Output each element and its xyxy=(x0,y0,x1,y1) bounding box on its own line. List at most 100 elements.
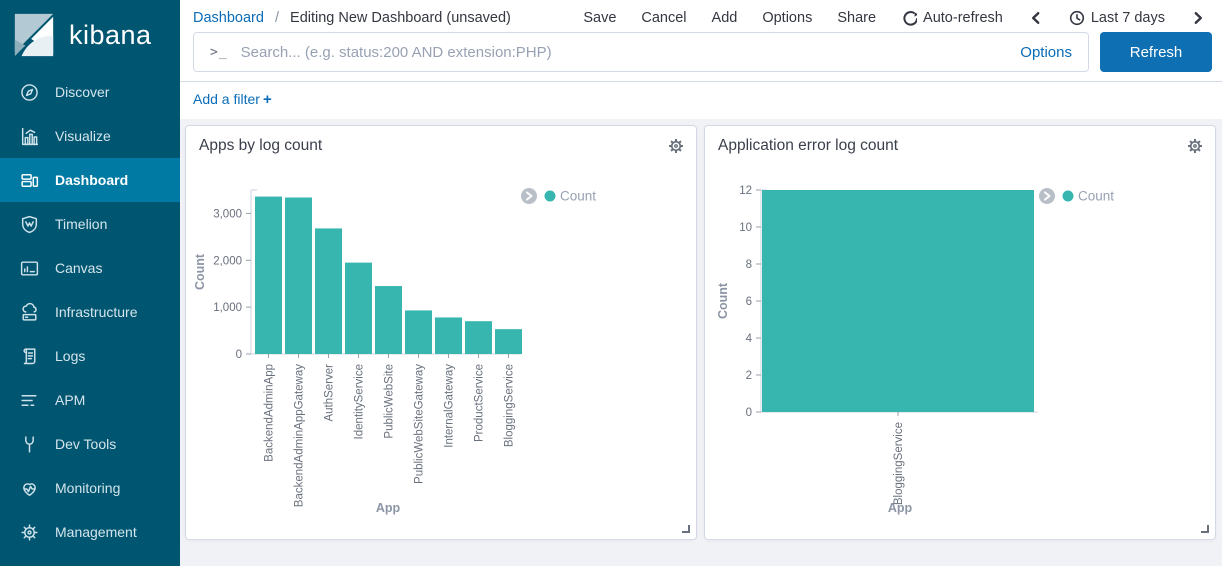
sidebar-item-management[interactable]: Management xyxy=(0,510,180,554)
panel-options-gear-icon[interactable] xyxy=(1186,137,1204,155)
legend-expand-icon[interactable] xyxy=(1039,188,1055,204)
y-tick-label: 0 xyxy=(236,349,242,361)
bar-ProductService[interactable] xyxy=(465,321,492,354)
x-category-label: BackendAdminAppGateway xyxy=(294,364,306,507)
bar-BloggingService[interactable] xyxy=(762,190,1034,412)
options-button[interactable]: Options xyxy=(762,10,812,26)
x-category-label: BloggingService xyxy=(504,364,516,447)
wrench-icon xyxy=(19,434,40,455)
y-tick-label: 1,000 xyxy=(213,302,242,314)
bar-IdentityService[interactable] xyxy=(345,263,372,354)
bar-AuthServer[interactable] xyxy=(315,228,342,354)
heartbeat-icon xyxy=(19,478,40,499)
bar-PublicWebSiteGateway[interactable] xyxy=(405,310,432,354)
sidebar: kibana Discover Visualize Dashboard xyxy=(0,0,180,566)
sidebar-item-timelion[interactable]: Timelion xyxy=(0,202,180,246)
apm-lines-icon xyxy=(19,390,40,411)
x-category-label: IdentityService xyxy=(354,364,366,439)
bar-PublicWebSite[interactable] xyxy=(375,286,402,354)
y-tick-label: 8 xyxy=(746,259,752,271)
sidebar-item-apm[interactable]: APM xyxy=(0,378,180,422)
save-button[interactable]: Save xyxy=(583,10,616,26)
refresh-cycle-icon xyxy=(901,10,917,26)
visualize-chart-icon xyxy=(19,126,40,147)
x-axis-title: App xyxy=(888,501,913,515)
sidebar-item-dev-tools[interactable]: Dev Tools xyxy=(0,422,180,466)
x-category-label: PublicWebSiteGateway xyxy=(414,364,426,484)
bar-InternalGateway[interactable] xyxy=(435,317,462,354)
bar-BackendAdminAppGateway[interactable] xyxy=(285,197,312,354)
kibana-logo[interactable]: kibana xyxy=(0,0,180,70)
main-content: Dashboard / Editing New Dashboard (unsav… xyxy=(180,0,1222,566)
legend-series-dot[interactable] xyxy=(545,191,556,202)
top-menu: Save Cancel Add Options Share Auto-refre… xyxy=(583,10,1206,26)
sidebar-item-dashboard[interactable]: Dashboard xyxy=(0,158,180,202)
panel-options-gear-icon[interactable] xyxy=(667,137,685,155)
sidebar-item-label: Discover xyxy=(55,84,109,100)
panel-title: Apps by log count xyxy=(186,126,696,155)
gear-icon xyxy=(19,522,40,543)
clock-icon xyxy=(1069,10,1085,26)
time-range-next-button[interactable] xyxy=(1190,10,1206,26)
refresh-button[interactable]: Refresh xyxy=(1100,32,1212,72)
compass-icon xyxy=(19,82,40,103)
logo-text: kibana xyxy=(69,20,152,51)
y-tick-label: 10 xyxy=(739,222,752,234)
sidebar-item-label: Visualize xyxy=(55,128,111,144)
y-tick-label: 4 xyxy=(746,333,753,345)
sidebar-item-visualize[interactable]: Visualize xyxy=(0,114,180,158)
legend-expand-icon[interactable] xyxy=(521,188,537,204)
add-filter-link[interactable]: Add a filter+ xyxy=(193,91,272,107)
filter-bar: Add a filter+ xyxy=(180,82,1222,119)
legend-series-dot[interactable] xyxy=(1063,191,1074,202)
sidebar-item-label: Logs xyxy=(55,348,85,364)
breadcrumb-separator: / xyxy=(275,10,279,26)
bar-chart-apps-by-log-count: 01,0002,0003,000BackendAdminAppBackendAd… xyxy=(188,162,694,539)
x-category-label: BackendAdminApp xyxy=(264,364,276,462)
x-category-label: InternalGateway xyxy=(444,364,456,448)
bar-BloggingService[interactable] xyxy=(495,329,522,354)
bar-BackendAdminApp[interactable] xyxy=(255,197,282,354)
sidebar-item-infrastructure[interactable]: Infrastructure xyxy=(0,290,180,334)
logs-scroll-icon xyxy=(19,346,40,367)
cloud-server-icon xyxy=(19,302,40,323)
top-header: Dashboard / Editing New Dashboard (unsav… xyxy=(180,0,1222,82)
y-axis-title: Count xyxy=(716,282,730,319)
share-button[interactable]: Share xyxy=(837,10,876,26)
sidebar-item-label: Management xyxy=(55,524,137,540)
plus-icon: + xyxy=(263,91,272,108)
sidebar-item-label: APM xyxy=(55,392,85,408)
add-button[interactable]: Add xyxy=(712,10,738,26)
x-axis-title: App xyxy=(376,501,401,515)
sidebar-item-label: Dashboard xyxy=(55,172,128,188)
sidebar-item-discover[interactable]: Discover xyxy=(0,70,180,114)
sidebar-item-label: Dev Tools xyxy=(55,436,116,452)
panel-resize-handle[interactable] xyxy=(682,525,690,533)
cancel-button[interactable]: Cancel xyxy=(641,10,686,26)
y-tick-label: 2 xyxy=(746,370,752,382)
y-tick-label: 2,000 xyxy=(213,255,242,267)
time-range-button[interactable]: Last 7 days xyxy=(1069,10,1165,26)
panel-title: Application error log count xyxy=(705,126,1215,155)
breadcrumb: Dashboard / Editing New Dashboard (unsav… xyxy=(193,10,511,26)
chevron-left-icon xyxy=(1028,10,1044,26)
query-options-link[interactable]: Options xyxy=(1020,44,1072,61)
y-tick-label: 12 xyxy=(739,185,752,197)
chevron-right-icon xyxy=(1190,10,1206,26)
panel-resize-handle[interactable] xyxy=(1201,525,1209,533)
sidebar-item-monitoring[interactable]: Monitoring xyxy=(0,466,180,510)
x-category-label: BloggingService xyxy=(893,422,905,505)
y-tick-label: 0 xyxy=(746,407,752,419)
sidebar-item-logs[interactable]: Logs xyxy=(0,334,180,378)
auto-refresh-button[interactable]: Auto-refresh xyxy=(901,10,1003,26)
breadcrumb-dashboard-link[interactable]: Dashboard xyxy=(193,10,264,26)
dashboard-grid: Apps by log count 01,0002,0003,000Backen… xyxy=(180,119,1222,566)
search-input[interactable] xyxy=(241,44,1008,61)
sidebar-item-label: Canvas xyxy=(55,260,102,276)
x-category-label: ProductService xyxy=(474,364,486,442)
time-range-prev-button[interactable] xyxy=(1028,10,1044,26)
sidebar-item-canvas[interactable]: Canvas xyxy=(0,246,180,290)
search-bar[interactable]: >_ Options xyxy=(193,32,1089,72)
sidebar-item-label: Monitoring xyxy=(55,480,120,496)
sidebar-item-label: Timelion xyxy=(55,216,107,232)
